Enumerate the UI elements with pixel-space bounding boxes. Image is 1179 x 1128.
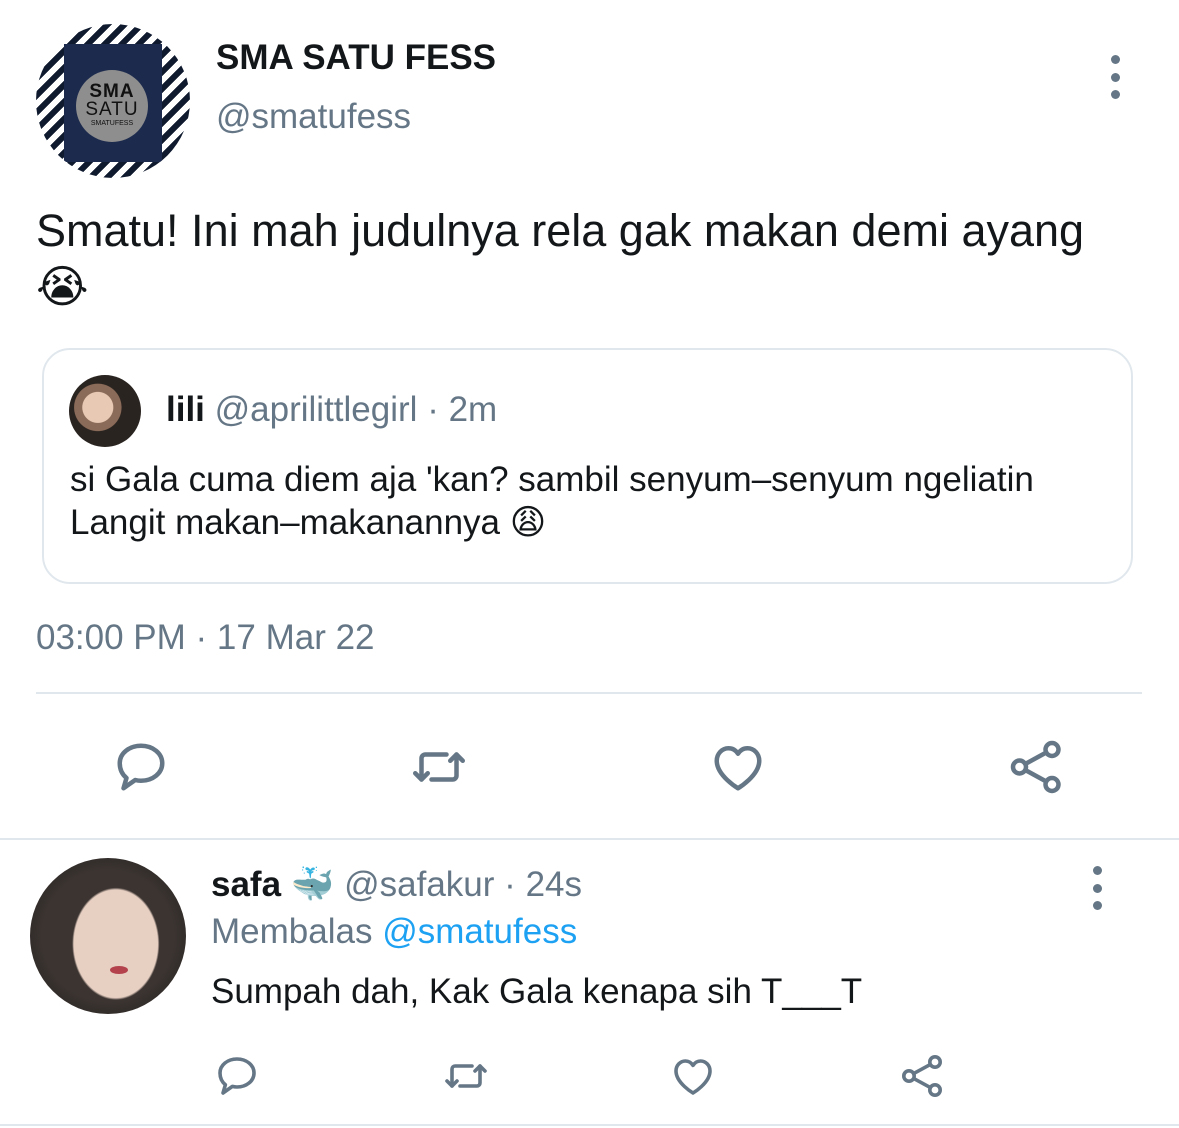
- quoted-name: lili: [166, 390, 205, 429]
- replying-label: Membalas: [211, 912, 373, 951]
- divider: [0, 1124, 1179, 1126]
- reply-avatar[interactable]: [30, 858, 186, 1014]
- avatar-logo-line3: SMATUFESS: [90, 120, 134, 127]
- quoted-tweet-card[interactable]: lili @aprilittlegirl · 2m si Gala cuma d…: [42, 348, 1133, 584]
- reply-icon[interactable]: [212, 1052, 262, 1100]
- reply-icon[interactable]: [110, 737, 172, 797]
- reply-text: Sumpah dah, Kak Gala kenapa sih T___T: [211, 972, 863, 1011]
- share-icon[interactable]: [898, 1052, 948, 1100]
- whale-badge-icon: 🐳: [290, 865, 335, 904]
- tweet-detail-page: SMA SATU SMATUFESS SMA SATU FESS @smatuf…: [0, 0, 1179, 1128]
- divider: [0, 838, 1179, 840]
- account-handle[interactable]: @smatufess: [216, 97, 411, 137]
- more-icon[interactable]: [1105, 55, 1125, 99]
- quoted-header: lili @aprilittlegirl · 2m: [166, 390, 497, 430]
- replying-mention-link[interactable]: @smatufess: [382, 912, 577, 951]
- account-display-name[interactable]: SMA SATU FESS: [216, 38, 496, 78]
- share-icon[interactable]: [1006, 737, 1068, 797]
- quoted-separator: ·: [427, 390, 439, 429]
- retweet-icon[interactable]: [405, 737, 473, 797]
- avatar-logo-line2: SATU: [85, 99, 139, 120]
- reply-name[interactable]: safa: [211, 865, 281, 904]
- account-avatar[interactable]: SMA SATU SMATUFESS: [36, 24, 190, 178]
- more-icon[interactable]: [1087, 866, 1107, 910]
- divider: [36, 692, 1142, 694]
- avatar-emblem: SMA SATU SMATUFESS: [76, 70, 148, 142]
- reply-handle[interactable]: @safakur: [344, 865, 494, 904]
- like-icon[interactable]: [707, 737, 769, 797]
- reply-time: 24s: [525, 865, 582, 904]
- replying-to: Membalas @smatufess: [211, 912, 577, 952]
- quoted-text: si Gala cuma diem aja 'kan? sambil senyu…: [70, 460, 1034, 542]
- quoted-handle: @aprilittlegirl: [214, 390, 418, 429]
- reply-separator: ·: [504, 865, 516, 904]
- reply-header: safa 🐳 @safakur · 24s: [211, 864, 582, 905]
- retweet-icon[interactable]: [438, 1052, 494, 1100]
- like-icon[interactable]: [668, 1052, 718, 1100]
- quoted-time: 2m: [448, 390, 498, 429]
- tweet-text: Smatu! Ini mah judulnya rela gak makan d…: [36, 205, 1085, 312]
- quoted-avatar[interactable]: [69, 375, 141, 447]
- tweet-timestamp: 03:00 PM · 17 Mar 22: [36, 618, 375, 657]
- avatar-detail: [110, 966, 128, 974]
